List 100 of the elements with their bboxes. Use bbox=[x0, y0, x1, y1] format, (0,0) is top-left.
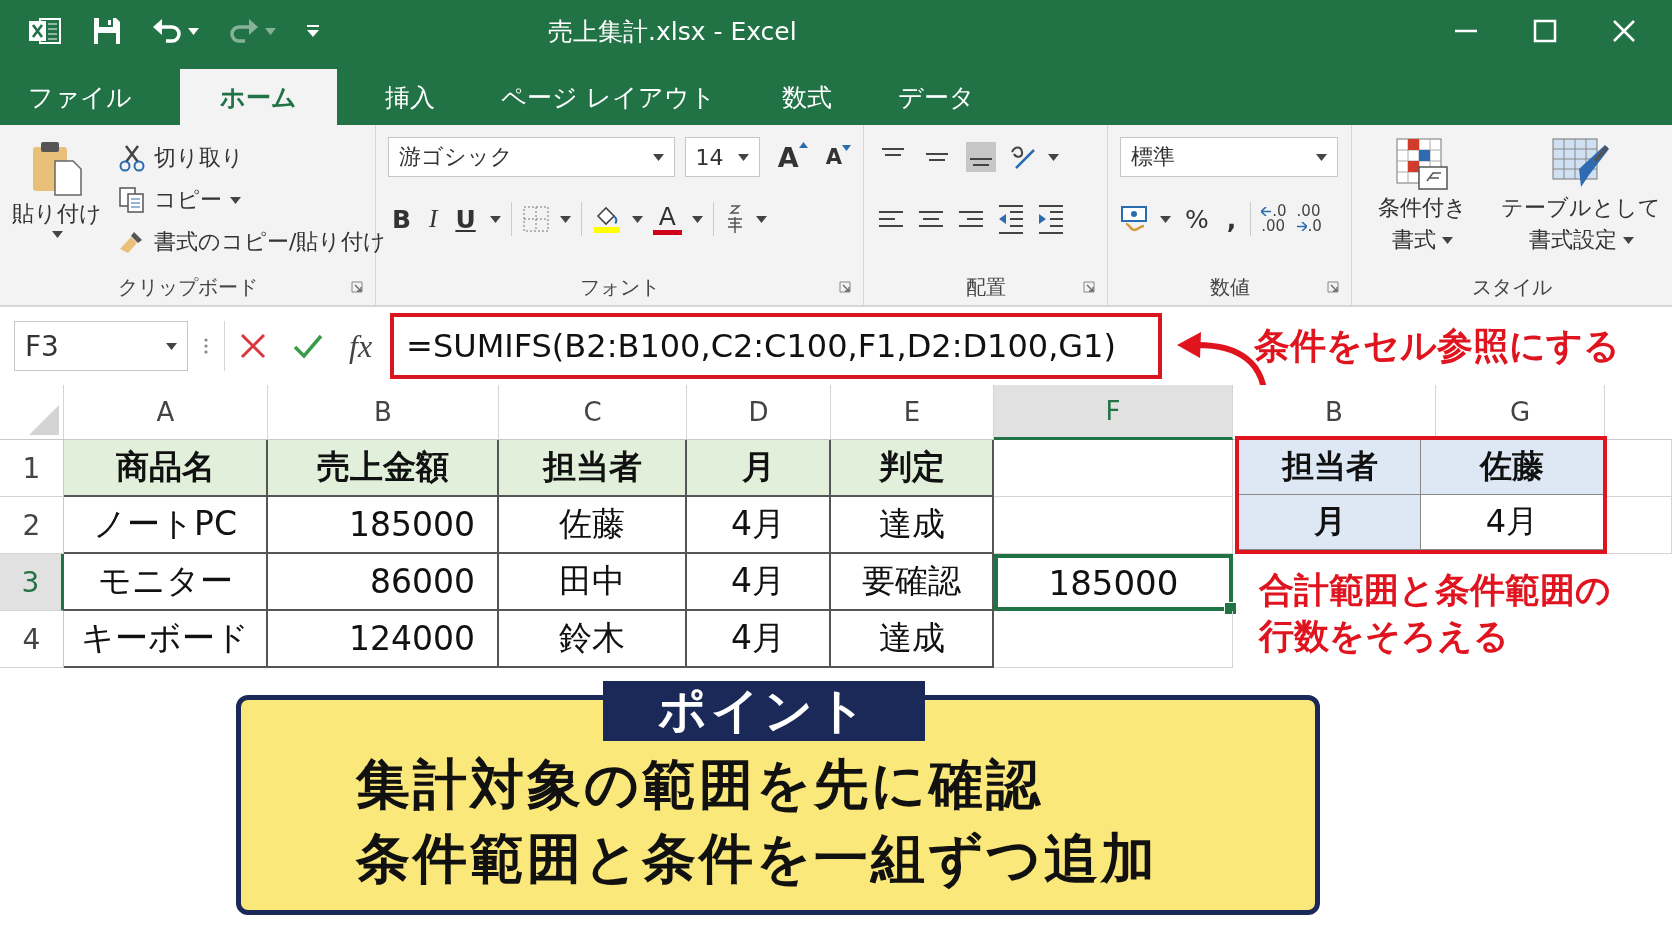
align-icon bbox=[970, 158, 992, 166]
format-as-table-button[interactable]: テーブルとして 書式設定 bbox=[1501, 137, 1661, 255]
note-text: 合計範囲と条件範囲の 行数をそろえる bbox=[1259, 569, 1611, 658]
ribbon-tab[interactable]: ホーム bbox=[180, 69, 337, 125]
group-label: スタイル bbox=[1472, 273, 1552, 301]
decrease-decimal-button[interactable]: .00 .0 bbox=[1296, 204, 1322, 234]
group-label: 配置 bbox=[965, 273, 1006, 301]
ribbon-command[interactable]: コピー bbox=[118, 183, 387, 217]
vertical-align-button[interactable] bbox=[966, 142, 996, 172]
paste-button[interactable]: 貼り付け bbox=[12, 137, 102, 259]
table-cell: 田中 bbox=[499, 554, 687, 611]
header-cell: 担当者 bbox=[499, 440, 687, 497]
empty-cell[interactable] bbox=[994, 611, 1233, 668]
table-cell: 86000 bbox=[268, 554, 499, 611]
table-cell: モニター bbox=[64, 554, 268, 611]
caret-icon bbox=[1316, 153, 1327, 161]
table-cell: 月 bbox=[1239, 495, 1421, 550]
comma-button[interactable]: , bbox=[1222, 204, 1241, 234]
dialog-launcher-icon[interactable] bbox=[1083, 281, 1095, 293]
percent-button[interactable]: % bbox=[1181, 204, 1213, 234]
caret-icon bbox=[265, 27, 276, 35]
header-cell: 月 bbox=[687, 440, 831, 497]
font-color-button[interactable]: A bbox=[652, 203, 682, 235]
table-cell: 鈴木 bbox=[499, 611, 687, 668]
number-format-field[interactable]: 標準 bbox=[1120, 137, 1338, 177]
ribbon-tab[interactable]: データ bbox=[879, 69, 993, 125]
caret-icon bbox=[631, 215, 643, 223]
table-cell: 要確認 bbox=[831, 554, 994, 611]
shrink-font-button[interactable]: A bbox=[825, 145, 851, 169]
column-header[interactable]: A bbox=[64, 385, 268, 440]
table-cell: 4月 bbox=[687, 611, 831, 668]
increase-decimal-button[interactable]: .0 .00 bbox=[1261, 204, 1287, 234]
caret-icon bbox=[1622, 236, 1634, 244]
bold-button[interactable]: B bbox=[388, 204, 416, 234]
table-cell: 4月 bbox=[687, 554, 831, 611]
caret-up-icon bbox=[798, 141, 808, 148]
font-name-field[interactable]: 游ゴシック bbox=[388, 137, 675, 177]
caret-icon bbox=[230, 196, 241, 204]
caret-icon bbox=[1442, 236, 1453, 244]
column-header[interactable]: C bbox=[499, 385, 687, 440]
header-cell: 売上金額 bbox=[268, 440, 499, 497]
save-icon[interactable] bbox=[92, 16, 122, 46]
column-header[interactable]: D bbox=[687, 385, 831, 440]
caret-icon bbox=[559, 215, 571, 223]
arrow-left-icon bbox=[1261, 207, 1272, 216]
excel-logo-icon[interactable] bbox=[28, 16, 62, 46]
column-header[interactable]: E bbox=[831, 385, 994, 440]
maximize-icon[interactable] bbox=[1533, 19, 1557, 43]
scissors-icon bbox=[118, 144, 146, 172]
conditional-format-button[interactable]: 条件付き 書式 bbox=[1378, 137, 1467, 255]
ribbon-command[interactable]: 書式のコピー/貼り付け bbox=[118, 225, 387, 259]
copy-icon bbox=[118, 186, 146, 214]
table-cell: 124000 bbox=[268, 611, 499, 668]
row-header[interactable]: 4 bbox=[0, 611, 64, 668]
group-label: 数値 bbox=[1209, 273, 1250, 301]
close-icon[interactable] bbox=[1612, 19, 1636, 43]
caret-icon bbox=[1160, 215, 1171, 223]
table-cell: 4月 bbox=[1421, 495, 1603, 550]
fill-color-icon[interactable] bbox=[591, 204, 622, 234]
insert-function-button[interactable]: fx bbox=[349, 327, 373, 365]
column-header[interactable]: B bbox=[1233, 385, 1436, 440]
currency-icon[interactable] bbox=[1120, 204, 1150, 234]
check-icon[interactable] bbox=[293, 332, 323, 360]
ribbon-tab[interactable]: ファイル bbox=[10, 69, 150, 125]
increase-indent-icon[interactable] bbox=[1036, 204, 1066, 234]
column-header[interactable]: B bbox=[268, 385, 499, 440]
italic-button[interactable]: I bbox=[425, 205, 442, 233]
header-cell: 商品名 bbox=[64, 440, 268, 497]
font-size-field[interactable]: 14 bbox=[684, 137, 760, 177]
grow-font-button[interactable]: A bbox=[777, 141, 808, 173]
empty-cell[interactable] bbox=[994, 497, 1233, 554]
caret-icon bbox=[1048, 153, 1059, 161]
ribbon-tab[interactable]: 挿入 bbox=[367, 69, 453, 125]
table-cell: 達成 bbox=[831, 497, 994, 554]
ribbon-tab[interactable]: 数式 bbox=[763, 69, 850, 125]
empty-cell[interactable] bbox=[1605, 497, 1672, 554]
dialog-launcher-icon[interactable] bbox=[351, 281, 363, 293]
header-cell: 判定 bbox=[831, 440, 994, 497]
window-title: 売上集計.xlsx - Excel bbox=[548, 15, 798, 48]
ribbon-tab[interactable]: ページ レイアウト bbox=[483, 69, 734, 125]
empty-cell[interactable] bbox=[1605, 440, 1672, 497]
caret-icon bbox=[51, 231, 63, 238]
dialog-launcher-icon[interactable] bbox=[1327, 281, 1339, 293]
caret-down-icon bbox=[842, 145, 851, 151]
customize-toolbar-icon[interactable] bbox=[306, 24, 320, 38]
cancel-icon[interactable] bbox=[239, 332, 267, 360]
undo-icon[interactable] bbox=[152, 17, 182, 45]
row-header[interactable]: 3 bbox=[0, 554, 64, 611]
table-cell: 佐藤 bbox=[1421, 440, 1603, 495]
column-header[interactable]: F bbox=[994, 385, 1233, 440]
caret-icon bbox=[166, 342, 177, 350]
ribbon-command[interactable]: 切り取り bbox=[118, 141, 387, 175]
underline-button[interactable]: U bbox=[451, 204, 480, 234]
formula-field[interactable]: =SUMIFS(B2:B100,C2:C100,F1,D2:D100,G1) bbox=[390, 313, 1163, 379]
decrease-indent-icon[interactable] bbox=[996, 204, 1026, 234]
point-text: 条件範囲と条件を一組ずつ追加 bbox=[356, 826, 1159, 892]
dialog-launcher-icon[interactable] bbox=[839, 281, 851, 293]
group-label: フォント bbox=[579, 273, 660, 301]
name-box[interactable]: F3 bbox=[14, 321, 188, 371]
table-cell: キーボード bbox=[64, 611, 268, 668]
